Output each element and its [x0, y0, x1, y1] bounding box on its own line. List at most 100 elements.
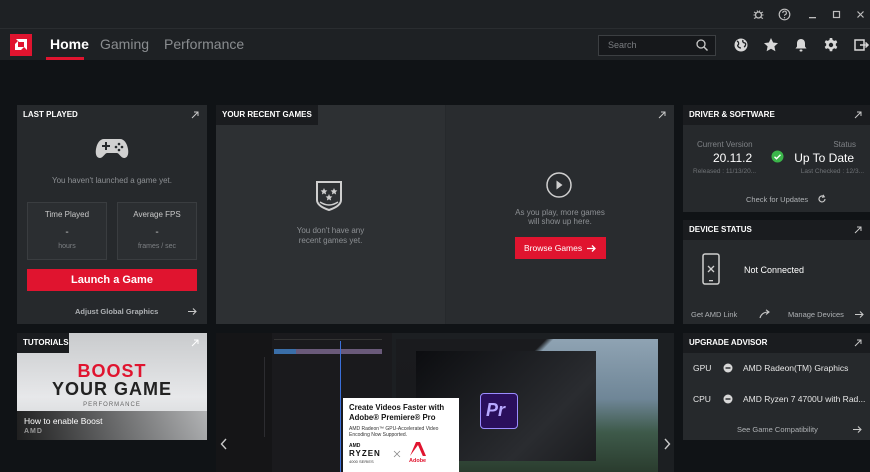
driver-software-title: DRIVER & SOFTWARE	[689, 110, 775, 119]
see-game-compatibility-button[interactable]: See Game Compatibility	[683, 422, 870, 438]
refresh-icon	[818, 194, 826, 203]
adobe-logo-icon	[410, 442, 426, 456]
tab-gaming[interactable]: Gaming	[100, 36, 149, 52]
adjust-global-graphics-label: Adjust Global Graphics	[75, 307, 159, 316]
more-games-hint-line2: will show up here.	[528, 217, 592, 226]
carousel-next-icon[interactable]	[663, 438, 671, 450]
average-fps-stat: Average FPS - frames / sec	[117, 202, 197, 260]
device-status-title: DEVICE STATUS	[689, 225, 752, 234]
expand-arrow-icon[interactable]	[658, 111, 666, 119]
times-separator-icon	[393, 450, 401, 458]
search-icon[interactable]	[695, 38, 709, 52]
cpu-status-icon	[723, 394, 733, 404]
average-fps-label: Average FPS	[133, 210, 181, 219]
time-played-value: -	[65, 227, 69, 238]
manage-devices-label: Manage Devices	[788, 310, 844, 319]
maximize-icon[interactable]	[830, 8, 843, 21]
arrow-right-icon	[853, 426, 862, 433]
arrow-right-icon	[188, 308, 197, 315]
tutorials-card: TUTORIALS BOOST YOUR GAME PERFORMANCE Ho…	[17, 333, 207, 440]
amd-logo-icon[interactable]	[10, 34, 32, 56]
boost-title-line2: YOUR GAME	[51, 379, 172, 399]
get-amd-link-button[interactable]: Get AMD Link	[683, 306, 775, 322]
browse-games-label: Browse Games	[524, 243, 583, 253]
check-for-updates-label: Check for Updates	[746, 195, 809, 204]
more-games-hint-line1: As you play, more games	[515, 208, 605, 217]
promo-headline-line1: Create Videos Faster with	[349, 403, 445, 412]
check-for-updates-button[interactable]: Check for Updates	[743, 193, 853, 207]
last-played-title: LAST PLAYED	[23, 110, 78, 119]
status-label: Status	[833, 140, 856, 149]
get-amd-link-label: Get AMD Link	[691, 310, 738, 319]
recent-games-title: YOUR RECENT GAMES	[216, 105, 318, 125]
gpu-value: AMD Radeon(TM) Graphics	[743, 363, 849, 373]
bug-report-icon[interactable]	[752, 8, 765, 21]
gpu-row: GPU AMD Radeon(TM) Graphics	[683, 360, 870, 376]
expand-arrow-icon[interactable]	[191, 339, 199, 347]
tutorial-caption[interactable]: How to enable Boost	[24, 416, 102, 426]
search-input[interactable]: Search	[598, 35, 716, 56]
premiere-pro-logo-text: Pr	[486, 400, 506, 420]
upgrade-advisor-title: UPGRADE ADVISOR	[689, 338, 768, 347]
expand-arrow-icon[interactable]	[854, 111, 862, 119]
driver-released-date: Released : 11/13/20...	[693, 168, 757, 175]
notifications-bell-icon[interactable]	[792, 36, 810, 54]
cpu-label: CPU	[693, 394, 711, 404]
arrow-right-icon	[855, 311, 864, 318]
game-badge-icon	[316, 181, 342, 212]
see-game-compatibility-label: See Game Compatibility	[737, 425, 818, 434]
no-recent-games-line1: You don't have any	[296, 226, 365, 235]
minimize-icon[interactable]	[806, 8, 819, 21]
cpu-row: CPU AMD Ryzen 7 4700U with Rad...	[683, 391, 870, 407]
settings-gear-icon[interactable]	[822, 36, 840, 54]
globe-icon[interactable]	[732, 36, 750, 54]
promo-ryzen-mark: RYZEN	[349, 449, 381, 458]
amd-brand-mark: AMD	[24, 428, 43, 435]
driver-status: Up To Date	[794, 151, 854, 165]
launch-game-button[interactable]: Launch a Game	[27, 269, 197, 291]
expand-arrow-icon[interactable]	[854, 339, 862, 347]
gamepad-icon	[95, 139, 129, 158]
cpu-value: AMD Ryzen 7 4700U with Rad...	[743, 394, 866, 404]
driver-software-card: DRIVER & SOFTWARE Current Version 20.11.…	[683, 105, 870, 212]
play-circle-icon	[546, 172, 572, 198]
no-game-launched-text: You haven't launched a game yet.	[52, 176, 172, 185]
promo-text-panel: Create Videos Faster with Adobe® Premier…	[343, 398, 459, 472]
adjust-global-graphics-link[interactable]: Adjust Global Graphics	[17, 304, 207, 320]
time-played-stat: Time Played - hours	[27, 202, 107, 260]
device-status-card: DEVICE STATUS Not Connected Get AMD Link…	[683, 220, 870, 324]
tab-performance[interactable]: Performance	[164, 36, 244, 52]
recent-games-card: YOUR RECENT GAMES You don't have any rec…	[216, 105, 674, 324]
main-navigation-bar: Home Gaming Performance Search	[0, 28, 870, 60]
promo-subtext-line2: Encoding Now Supported.	[349, 432, 408, 438]
carousel-prev-icon[interactable]	[220, 438, 228, 450]
favorites-star-icon[interactable]	[762, 36, 780, 54]
window-title-bar	[0, 0, 870, 28]
gpu-label: GPU	[693, 363, 712, 373]
driver-version: 20.11.2	[713, 151, 753, 165]
phone-disconnected-icon	[702, 253, 720, 285]
arrow-right-icon	[587, 245, 596, 252]
sign-out-icon[interactable]	[852, 36, 870, 54]
close-icon[interactable]	[854, 8, 867, 21]
upgrade-advisor-card: UPGRADE ADVISOR GPU AMD Radeon(TM) Graph…	[683, 333, 870, 440]
promo-carousel: Pr Create Videos Faster with Adobe® Prem…	[216, 333, 674, 472]
share-arrow-icon	[759, 309, 770, 319]
average-fps-unit: frames / sec	[137, 243, 177, 250]
promo-series-mark: 4000 SERIES	[349, 459, 374, 464]
help-icon[interactable]	[778, 8, 791, 21]
expand-arrow-icon[interactable]	[854, 226, 862, 234]
time-played-label: Time Played	[44, 210, 90, 219]
adobe-wordmark: Adobe	[409, 458, 427, 464]
no-recent-games-line2: recent games yet.	[298, 236, 363, 245]
manage-devices-button[interactable]: Manage Devices	[779, 306, 870, 322]
last-played-card: LAST PLAYED You haven't launched a game …	[17, 105, 207, 324]
expand-arrow-icon[interactable]	[191, 111, 199, 119]
promo-headline-line2: Adobe® Premiere® Pro	[349, 413, 436, 422]
tab-home[interactable]: Home	[50, 36, 89, 52]
premiere-pro-logo: Pr	[480, 393, 518, 429]
browse-games-button[interactable]: Browse Games	[515, 237, 606, 259]
search-placeholder: Search	[608, 40, 637, 50]
time-played-unit: hours	[58, 243, 76, 250]
tutorials-title: TUTORIALS	[17, 333, 69, 353]
